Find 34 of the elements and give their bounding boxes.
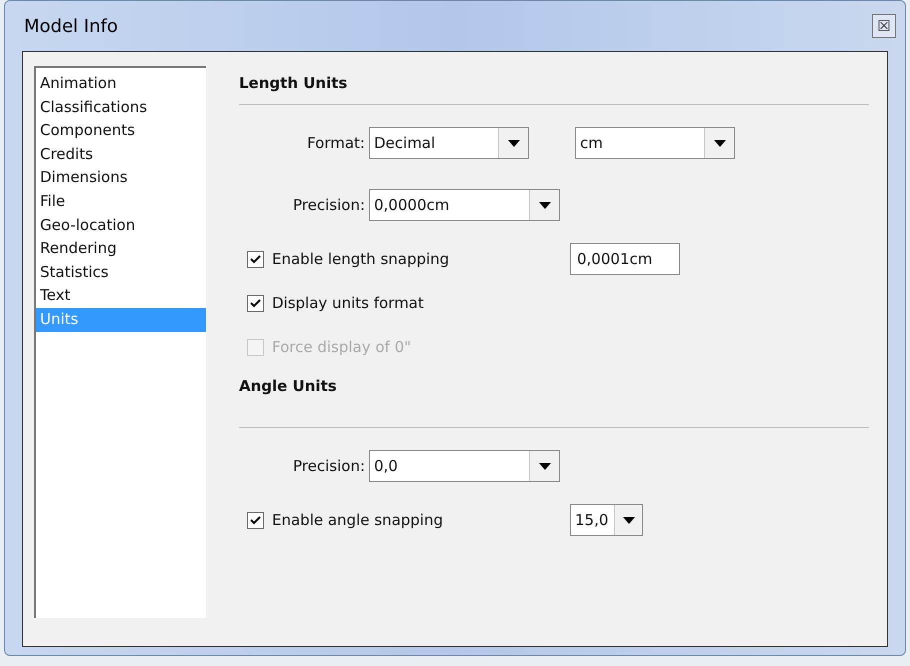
caret-icon [508, 140, 520, 146]
close-button[interactable]: ☒ [872, 14, 896, 38]
dropdown[interactable]: cm [575, 127, 735, 159]
field-label: Precision: [292, 456, 366, 477]
window-title: Model Info [24, 14, 118, 38]
section-heading: Length Units [239, 73, 348, 94]
list-item[interactable]: Dimensions [36, 166, 206, 190]
dropdown[interactable]: 15,0 [570, 504, 643, 536]
caret-icon [538, 462, 550, 470]
check-icon [250, 254, 261, 264]
section-heading: Angle Units [239, 376, 338, 397]
field-label: Precision: [292, 194, 366, 216]
list-item[interactable]: Statistics [36, 260, 206, 284]
caret-icon [622, 516, 634, 524]
dropdown[interactable]: Decimal [369, 127, 529, 159]
list-item[interactable]: Credits [36, 142, 206, 166]
field-label: Format: [306, 132, 366, 154]
input-field[interactable]: 0,0001cm [570, 243, 680, 275]
checkbox[interactable]: Enable length snapping [239, 248, 570, 270]
check-icon [250, 298, 261, 308]
list-item[interactable]: Rendering [36, 237, 206, 261]
dropdown[interactable]: 0,0000cm [369, 189, 560, 221]
list-item[interactable]: Text [36, 284, 206, 308]
dropdown[interactable]: 0,0 [369, 450, 560, 482]
caret-icon [538, 202, 550, 208]
list-item[interactable]: Components [36, 119, 206, 143]
list-item[interactable]: Animation [36, 72, 206, 96]
list-item[interactable]: Geo-location [36, 214, 206, 238]
list-item[interactable]: Classifications [36, 96, 206, 120]
caret-icon [714, 140, 726, 146]
checkbox[interactable]: Enable angle snapping [239, 508, 570, 532]
list-item[interactable]: File [36, 190, 206, 214]
check-icon [250, 516, 261, 524]
checkbox[interactable]: Display units format [239, 292, 570, 314]
